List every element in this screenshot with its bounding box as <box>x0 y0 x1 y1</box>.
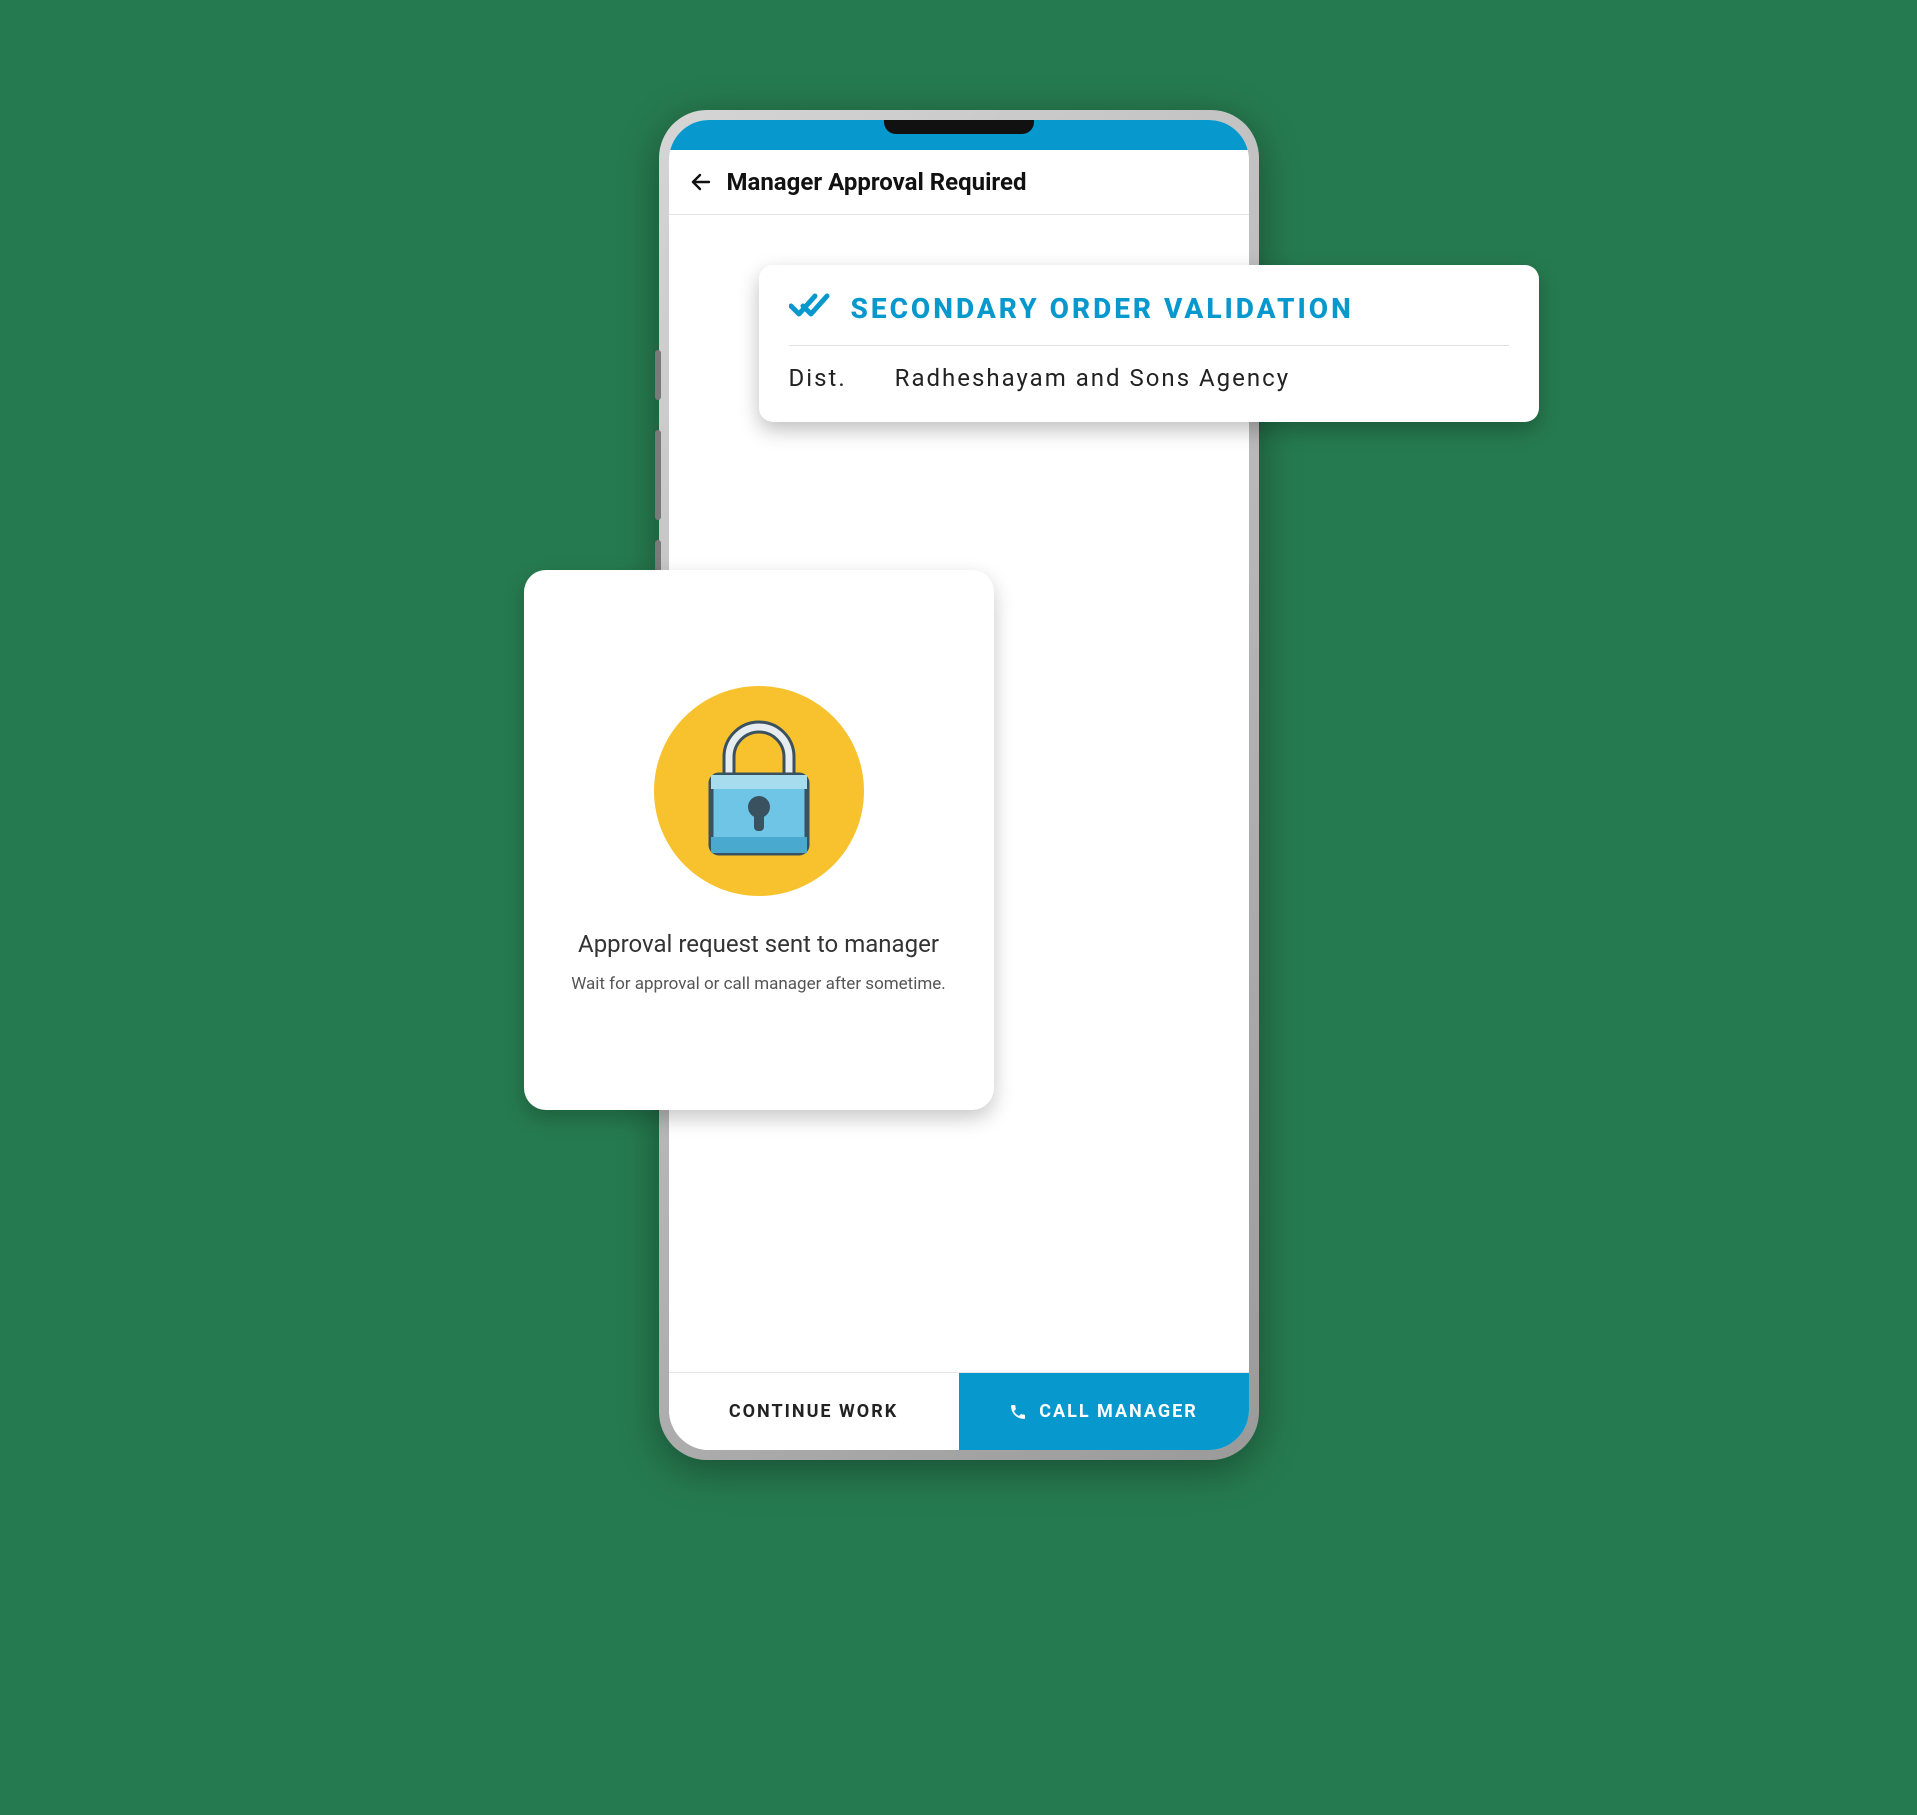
page-title: Manager Approval Required <box>727 168 1027 196</box>
arrow-left-icon[interactable] <box>689 170 713 194</box>
validation-card-header: SECONDARY ORDER VALIDATION <box>789 291 1509 346</box>
validation-card: SECONDARY ORDER VALIDATION Dist. Radhesh… <box>759 265 1539 422</box>
app-header: Manager Approval Required <box>669 150 1249 215</box>
approval-title: Approval request sent to manager <box>578 930 939 958</box>
call-manager-button[interactable]: CALL MANAGER <box>959 1373 1249 1450</box>
phone-side-button <box>655 430 661 520</box>
lock-circle <box>654 686 864 896</box>
composition-canvas: Manager Approval Required CONTINUE WORK … <box>359 50 1559 1650</box>
phone-icon <box>1009 1403 1027 1421</box>
app-footer: CONTINUE WORK CALL MANAGER <box>669 1372 1249 1450</box>
continue-work-label: CONTINUE WORK <box>729 1401 898 1422</box>
phone-side-button <box>655 350 661 400</box>
distributor-label: Dist. <box>789 364 847 392</box>
phone-notch <box>884 120 1034 134</box>
validation-card-title: SECONDARY ORDER VALIDATION <box>851 292 1354 325</box>
double-check-icon <box>789 291 831 325</box>
approval-card: Approval request sent to manager Wait fo… <box>524 570 994 1110</box>
lock-icon <box>689 709 829 873</box>
distributor-value: Radheshayam and Sons Agency <box>895 364 1290 392</box>
validation-card-body: Dist. Radheshayam and Sons Agency <box>789 346 1509 392</box>
approval-subtitle: Wait for approval or call manager after … <box>571 974 946 994</box>
call-manager-label: CALL MANAGER <box>1039 1401 1198 1422</box>
continue-work-button[interactable]: CONTINUE WORK <box>669 1373 959 1450</box>
